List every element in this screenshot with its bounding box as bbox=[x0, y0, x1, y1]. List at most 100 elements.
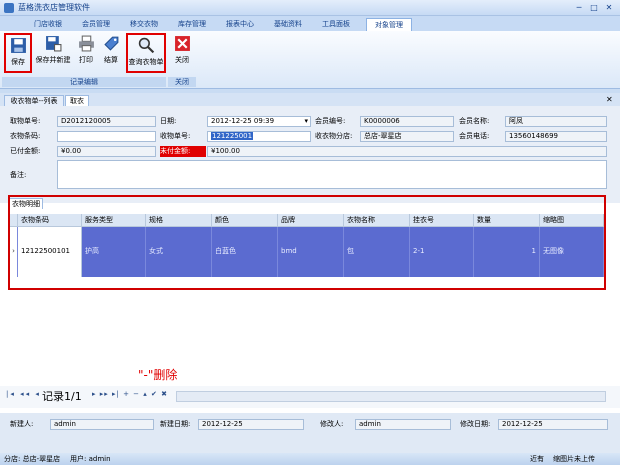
col-color[interactable]: 颜色 bbox=[212, 214, 278, 227]
query-receipt-button[interactable]: 查询衣物单 bbox=[126, 33, 166, 73]
cell-qty[interactable]: 1 bbox=[474, 227, 540, 277]
close-label: 关闭 bbox=[175, 56, 189, 64]
creator-label: 新建人: bbox=[10, 420, 34, 428]
unpaid-field[interactable]: ¥100.00 bbox=[207, 146, 607, 157]
menu-cashier[interactable]: 门店收银 bbox=[26, 18, 70, 31]
save-new-icon bbox=[45, 36, 61, 52]
col-name[interactable]: 衣物名称 bbox=[344, 214, 410, 227]
checkout-label: 结算 bbox=[104, 56, 118, 64]
branch-label: 收衣物分店: bbox=[315, 132, 353, 140]
receipt-no-label: 收物单号: bbox=[160, 132, 191, 140]
col-qty[interactable]: 数量 bbox=[474, 214, 540, 227]
save-button[interactable]: 保存 bbox=[4, 33, 32, 73]
barcode-input[interactable] bbox=[57, 131, 156, 142]
menu-stock[interactable]: 库存管理 bbox=[170, 18, 214, 31]
col-brand[interactable]: 品牌 bbox=[278, 214, 344, 227]
nav-action-icons[interactable]: ▸ ▸▸ ▸| + − ▴ ✔ ✖ bbox=[92, 390, 168, 398]
cell-color[interactable]: 白蓝色 bbox=[212, 227, 278, 277]
cell-name[interactable]: 包 bbox=[344, 227, 410, 277]
take-no-label: 取物单号: bbox=[10, 117, 41, 125]
query-label: 查询衣物单 bbox=[128, 58, 164, 66]
modify-date-label: 修改日期: bbox=[460, 420, 491, 428]
cell-thumb[interactable]: 无图像 bbox=[540, 227, 604, 277]
date-value: 2012-12-25 09:39 bbox=[211, 117, 275, 125]
printer-icon bbox=[78, 35, 94, 52]
close-icon bbox=[174, 36, 190, 51]
minimize-button[interactable]: ─ bbox=[572, 2, 586, 13]
creator-field: admin bbox=[50, 419, 154, 430]
member-no-label: 会员编号: bbox=[315, 117, 346, 125]
paid-label: 已付金额: bbox=[10, 147, 41, 155]
close-window-button[interactable]: ✕ bbox=[602, 2, 616, 13]
status-right2: 缩图片未上传 bbox=[553, 455, 595, 463]
branch-field[interactable]: 总店-翠星店 bbox=[360, 131, 454, 142]
cell-service[interactable]: 护高 bbox=[82, 227, 146, 277]
title-bar: 蓝格洗衣店管理软件 ─ □ ✕ bbox=[0, 0, 620, 16]
date-label: 日期: bbox=[160, 117, 177, 125]
row-indicator-icon: › bbox=[10, 227, 18, 277]
group-close-label: 关闭 bbox=[168, 77, 196, 87]
save-new-label: 保存并新建 bbox=[35, 56, 71, 64]
record-counter: 记录1/1 bbox=[42, 390, 82, 403]
nav-first-prev-icons[interactable]: |◂ ◂◂ ◂ bbox=[6, 390, 41, 398]
unpaid-label: 未付金额: bbox=[160, 146, 206, 157]
menu-object-manage[interactable]: 对象管理 bbox=[366, 18, 412, 31]
document-tab-strip bbox=[0, 93, 620, 106]
app-logo-icon bbox=[4, 3, 14, 13]
member-no-field[interactable]: K0000006 bbox=[360, 116, 454, 127]
tab-receipt-list[interactable]: 收衣物单--列表 bbox=[4, 95, 64, 106]
take-no-field[interactable]: D2012120005 bbox=[57, 116, 156, 127]
remark-textarea[interactable] bbox=[57, 160, 607, 189]
group-edit-label: 记录编辑 bbox=[2, 77, 166, 87]
cell-brand[interactable]: bmd bbox=[278, 227, 344, 277]
status-branch: 分店: 总店-翠星店 bbox=[4, 455, 61, 463]
print-label: 打印 bbox=[79, 56, 93, 64]
paid-field[interactable]: ¥0.00 bbox=[57, 146, 156, 157]
col-spec[interactable]: 规格 bbox=[146, 214, 212, 227]
save-new-button[interactable]: 保存并新建 bbox=[34, 33, 72, 73]
date-picker[interactable]: 2012-12-25 09:39 ▾ bbox=[207, 116, 311, 127]
menu-transfer[interactable]: 移交衣物 bbox=[122, 18, 166, 31]
row-indicator-header bbox=[10, 214, 18, 227]
modify-date-field: 2012-12-25 bbox=[498, 419, 608, 430]
menu-reports[interactable]: 报表中心 bbox=[218, 18, 262, 31]
remark-label: 备注: bbox=[10, 171, 27, 179]
print-button[interactable]: 打印 bbox=[75, 33, 97, 73]
col-hook[interactable]: 挂衣号 bbox=[410, 214, 474, 227]
close-tab-icon[interactable]: ✕ bbox=[606, 95, 613, 105]
receipt-no-field[interactable]: 121225001 bbox=[207, 131, 311, 142]
checkout-button[interactable]: 结算 bbox=[100, 33, 122, 73]
horizontal-scrollbar[interactable] bbox=[176, 391, 606, 402]
col-service[interactable]: 服务类型 bbox=[82, 214, 146, 227]
status-user: 用户: admin bbox=[70, 455, 111, 463]
modifier-field: admin bbox=[355, 419, 451, 430]
col-thumb[interactable]: 缩略图 bbox=[540, 214, 604, 227]
barcode-label: 衣物条码: bbox=[10, 132, 41, 140]
create-date-field: 2012-12-25 bbox=[198, 419, 304, 430]
close-button[interactable]: 关闭 bbox=[172, 33, 192, 73]
member-name-field[interactable]: 阿凤 bbox=[505, 116, 607, 127]
modifier-label: 修改人: bbox=[320, 420, 344, 428]
create-date-label: 新建日期: bbox=[160, 420, 191, 428]
magnifier-icon bbox=[138, 37, 154, 54]
phone-label: 会员电话: bbox=[459, 132, 490, 140]
status-bar: 分店: 总店-翠星店 用户: admin 近有 缩图片未上传 bbox=[0, 453, 620, 465]
cell-spec[interactable]: 女式 bbox=[146, 227, 212, 277]
menu-base-data[interactable]: 基础资料 bbox=[266, 18, 310, 31]
tag-icon bbox=[103, 36, 118, 51]
phone-field[interactable]: 13560148699 bbox=[505, 131, 607, 142]
menu-tools[interactable]: 工具面板 bbox=[314, 18, 358, 31]
maximize-button[interactable]: □ bbox=[587, 2, 601, 13]
menu-member[interactable]: 会员管理 bbox=[74, 18, 118, 31]
save-label: 保存 bbox=[11, 58, 25, 66]
col-barcode[interactable]: 衣物条码 bbox=[18, 214, 82, 227]
cell-barcode[interactable]: 12122500101 bbox=[18, 227, 82, 277]
member-name-label: 会员名称: bbox=[459, 117, 490, 125]
delete-hint: "-"删除 bbox=[138, 368, 178, 382]
app-title: 蓝格洗衣店管理软件 bbox=[18, 3, 90, 12]
cell-hook[interactable]: 2-1 bbox=[410, 227, 474, 277]
chevron-down-icon[interactable]: ▾ bbox=[304, 117, 308, 126]
save-icon bbox=[10, 38, 26, 53]
status-right1: 近有 bbox=[530, 455, 544, 463]
tab-take-clothes[interactable]: 取衣 bbox=[65, 95, 89, 106]
